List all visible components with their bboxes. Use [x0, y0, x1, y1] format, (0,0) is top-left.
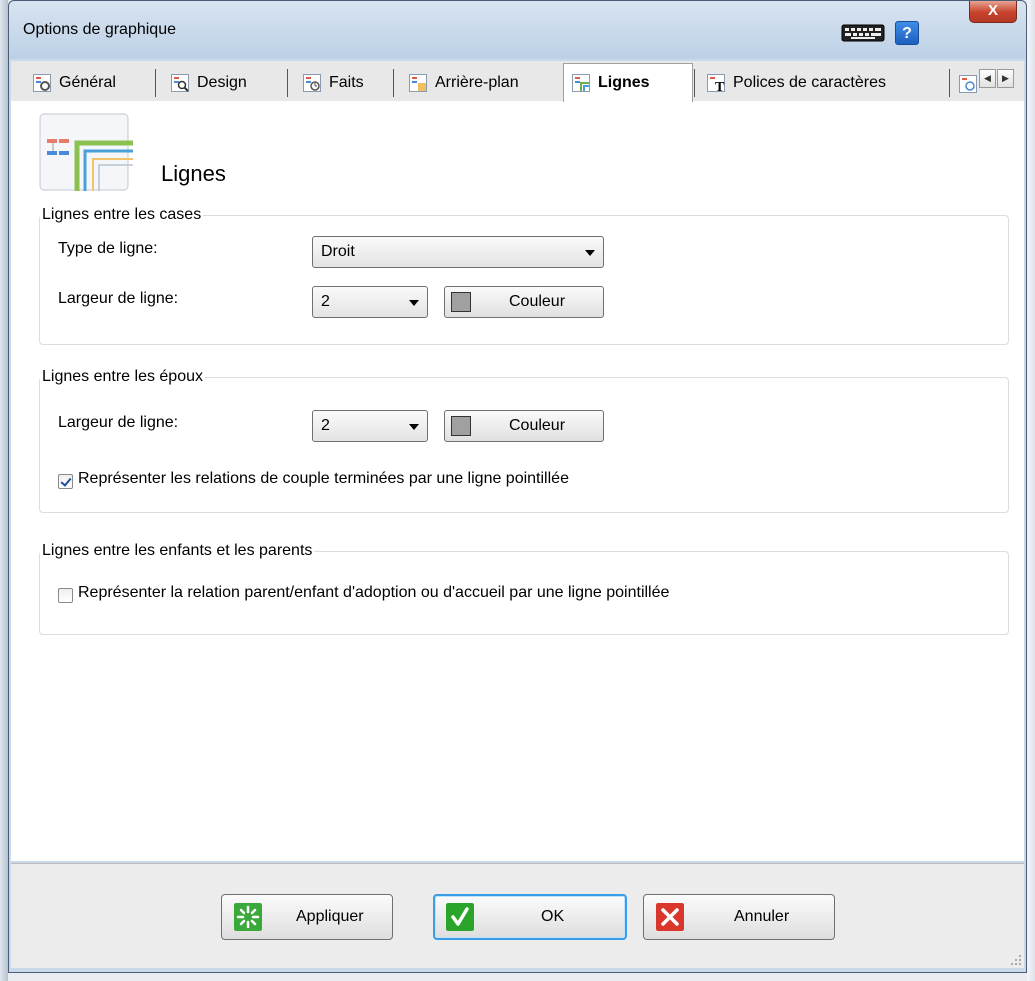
- tab-label: Général: [59, 74, 116, 91]
- group-lines-between-boxes: Lignes entre les cases Type de ligne: Dr…: [39, 205, 1009, 345]
- tab-divider: [694, 69, 695, 97]
- color-button-label: Couleur: [509, 417, 566, 434]
- apply-button[interactable]: Appliquer: [221, 894, 393, 940]
- tab-label: Lignes: [598, 74, 650, 91]
- lines-page: Lignes Lignes entre les cases Type de li…: [11, 101, 1024, 861]
- tab-general[interactable]: Général: [25, 67, 124, 99]
- svg-text:T: T: [715, 80, 725, 92]
- color-swatch: [451, 292, 471, 312]
- dotted-couple-label[interactable]: Représenter les relations de couple term…: [78, 470, 569, 488]
- group-title: Lignes entre les cases: [40, 205, 204, 225]
- tab-facts[interactable]: Faits: [295, 67, 372, 99]
- background-chart-icon: [409, 74, 427, 92]
- apply-icon: [234, 903, 262, 931]
- desktop-background-left: [0, 0, 8, 981]
- window-title: Options de graphique: [23, 21, 176, 38]
- line-width-label: Largeur de ligne:: [58, 290, 179, 307]
- check-icon: [446, 903, 474, 931]
- lines-header-icon: [39, 113, 133, 191]
- line-width-label: Largeur de ligne:: [58, 414, 179, 431]
- line-width-select[interactable]: 2: [312, 410, 428, 442]
- dialog-footer: Appliquer OK Annuler: [11, 863, 1024, 968]
- tab-divider: [393, 69, 394, 97]
- tab-label: Design: [197, 74, 247, 91]
- dotted-adoption-checkbox[interactable]: [58, 588, 73, 603]
- dotted-adoption-label[interactable]: Représenter la relation parent/enfant d'…: [78, 584, 669, 602]
- chevron-down-icon: [409, 300, 419, 306]
- tab-fonts[interactable]: T Polices de caractères: [699, 67, 894, 99]
- chevron-down-icon: [409, 424, 419, 430]
- chevron-down-icon: [585, 250, 595, 256]
- apply-label: Appliquer: [296, 908, 364, 925]
- clock-chart-icon: [303, 74, 321, 92]
- close-icon: [656, 903, 684, 931]
- gear-chart-icon: [33, 74, 51, 92]
- line-type-label: Type de ligne:: [58, 240, 158, 257]
- dotted-couple-checkbox[interactable]: [58, 474, 73, 489]
- tab-divider: [949, 69, 950, 97]
- cancel-label: Annuler: [734, 908, 790, 925]
- options-dialog: Options de graphique ? X Général Design …: [8, 0, 1027, 973]
- tab-scroll-left-button[interactable]: ◀: [979, 69, 996, 88]
- group-title: Lignes entre les époux: [40, 367, 205, 387]
- tab-background[interactable]: Arrière-plan: [401, 67, 527, 99]
- title-bar[interactable]: Options de graphique ? X: [9, 1, 1026, 59]
- tab-design[interactable]: Design: [163, 67, 255, 99]
- line-type-select[interactable]: Droit: [312, 236, 604, 268]
- cancel-button[interactable]: Annuler: [643, 894, 835, 940]
- ok-button[interactable]: OK: [433, 894, 627, 940]
- page-title: Lignes: [161, 161, 226, 186]
- line-type-value: Droit: [321, 243, 355, 260]
- line-width-value: 2: [321, 293, 330, 310]
- tab-label: Arrière-plan: [435, 74, 519, 91]
- group-lines-between-spouses: Lignes entre les époux Largeur de ligne:…: [39, 367, 1009, 513]
- color-swatch: [451, 416, 471, 436]
- lines-chart-icon: [572, 74, 590, 92]
- help-icon[interactable]: ?: [895, 21, 919, 45]
- magnifier-chart-icon: [171, 74, 189, 92]
- tab-lines[interactable]: Lignes: [563, 63, 693, 102]
- color-button-label: Couleur: [509, 293, 566, 310]
- tab-label: Faits: [329, 74, 364, 91]
- resize-grip-icon[interactable]: [1010, 954, 1022, 966]
- close-button[interactable]: X: [969, 1, 1017, 23]
- ok-label: OK: [541, 908, 565, 925]
- font-chart-icon: T: [707, 74, 725, 92]
- tab-divider: [155, 69, 156, 97]
- tab-scroll-right-button[interactable]: ▶: [997, 69, 1014, 88]
- group-title: Lignes entre les enfants et les parents: [40, 541, 315, 561]
- tab-divider: [287, 69, 288, 97]
- line-width-select[interactable]: 2: [312, 286, 428, 318]
- tab-label: Polices de caractères: [733, 74, 886, 91]
- group-lines-children-parents: Lignes entre les enfants et les parents …: [39, 541, 1009, 635]
- color-button[interactable]: Couleur: [444, 286, 604, 318]
- keyboard-icon[interactable]: [841, 23, 885, 43]
- line-width-value: 2: [321, 417, 330, 434]
- tab-strip: Général Design Faits Arrière-plan Lignes…: [11, 61, 1024, 102]
- desktop-background-right: [1027, 0, 1035, 981]
- next-tab-chart-icon: [959, 75, 977, 93]
- color-button[interactable]: Couleur: [444, 410, 604, 442]
